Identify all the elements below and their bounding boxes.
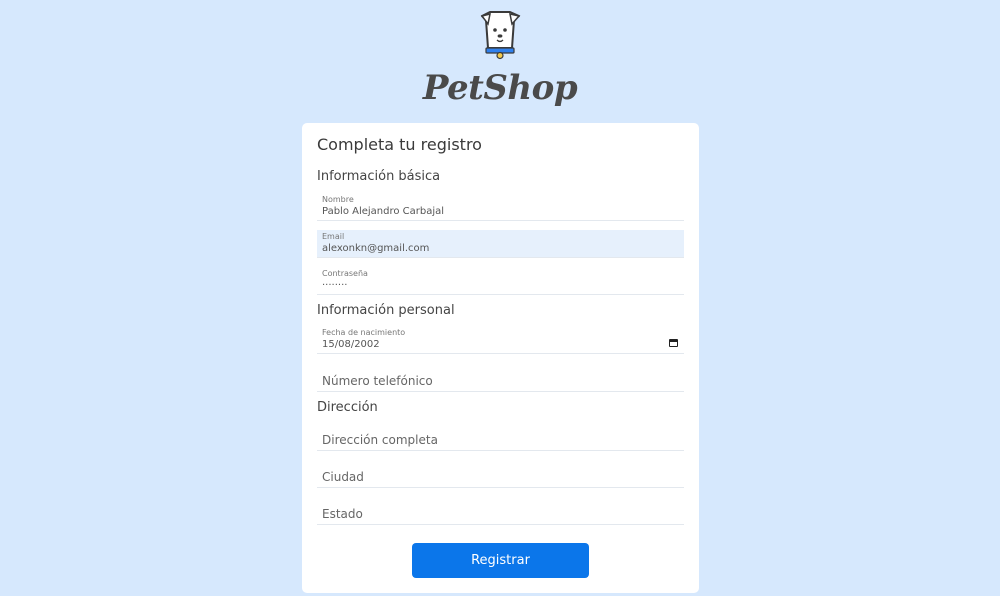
form-title: Completa tu registro — [317, 135, 482, 154]
brand-name: PetShop — [422, 68, 578, 108]
section-address: Dirección — [317, 400, 378, 415]
birthdate-field[interactable]: Fecha de nacimiento 15/08/2002 — [317, 326, 684, 354]
name-field[interactable]: Nombre Pablo Alejandro Carbajal — [317, 193, 684, 221]
address-field[interactable]: Dirección completa — [317, 420, 684, 451]
email-value: alexonkn@gmail.com — [322, 243, 430, 254]
password-field[interactable]: Contraseña ········ — [317, 267, 684, 295]
name-label: Nombre — [322, 195, 354, 204]
password-label: Contraseña — [322, 269, 368, 278]
email-label: Email — [322, 232, 345, 241]
register-button[interactable]: Registrar — [412, 543, 589, 578]
email-field[interactable]: Email alexonkn@gmail.com — [317, 230, 684, 258]
city-field[interactable]: Ciudad — [317, 459, 684, 488]
registration-card: Completa tu registro Información básica … — [302, 123, 699, 593]
address-placeholder: Dirección completa — [322, 433, 438, 447]
password-value: ········ — [322, 280, 348, 291]
section-personal-info: Información personal — [317, 303, 455, 318]
phone-field[interactable]: Número telefónico — [317, 363, 684, 392]
birthdate-value: 15/08/2002 — [322, 339, 380, 350]
state-field[interactable]: Estado — [317, 496, 684, 525]
dog-icon — [480, 11, 521, 60]
state-placeholder: Estado — [322, 507, 363, 521]
section-basic-info: Información básica — [317, 169, 441, 184]
calendar-icon[interactable] — [669, 339, 678, 347]
brand-header: PetShop — [0, 8, 1000, 108]
birthdate-label: Fecha de nacimiento — [322, 328, 406, 337]
phone-placeholder: Número telefónico — [322, 374, 433, 388]
city-placeholder: Ciudad — [322, 470, 364, 484]
registration-page: PetShop Completa tu registro Información… — [0, 0, 1000, 596]
name-value: Pablo Alejandro Carbajal — [322, 206, 445, 217]
